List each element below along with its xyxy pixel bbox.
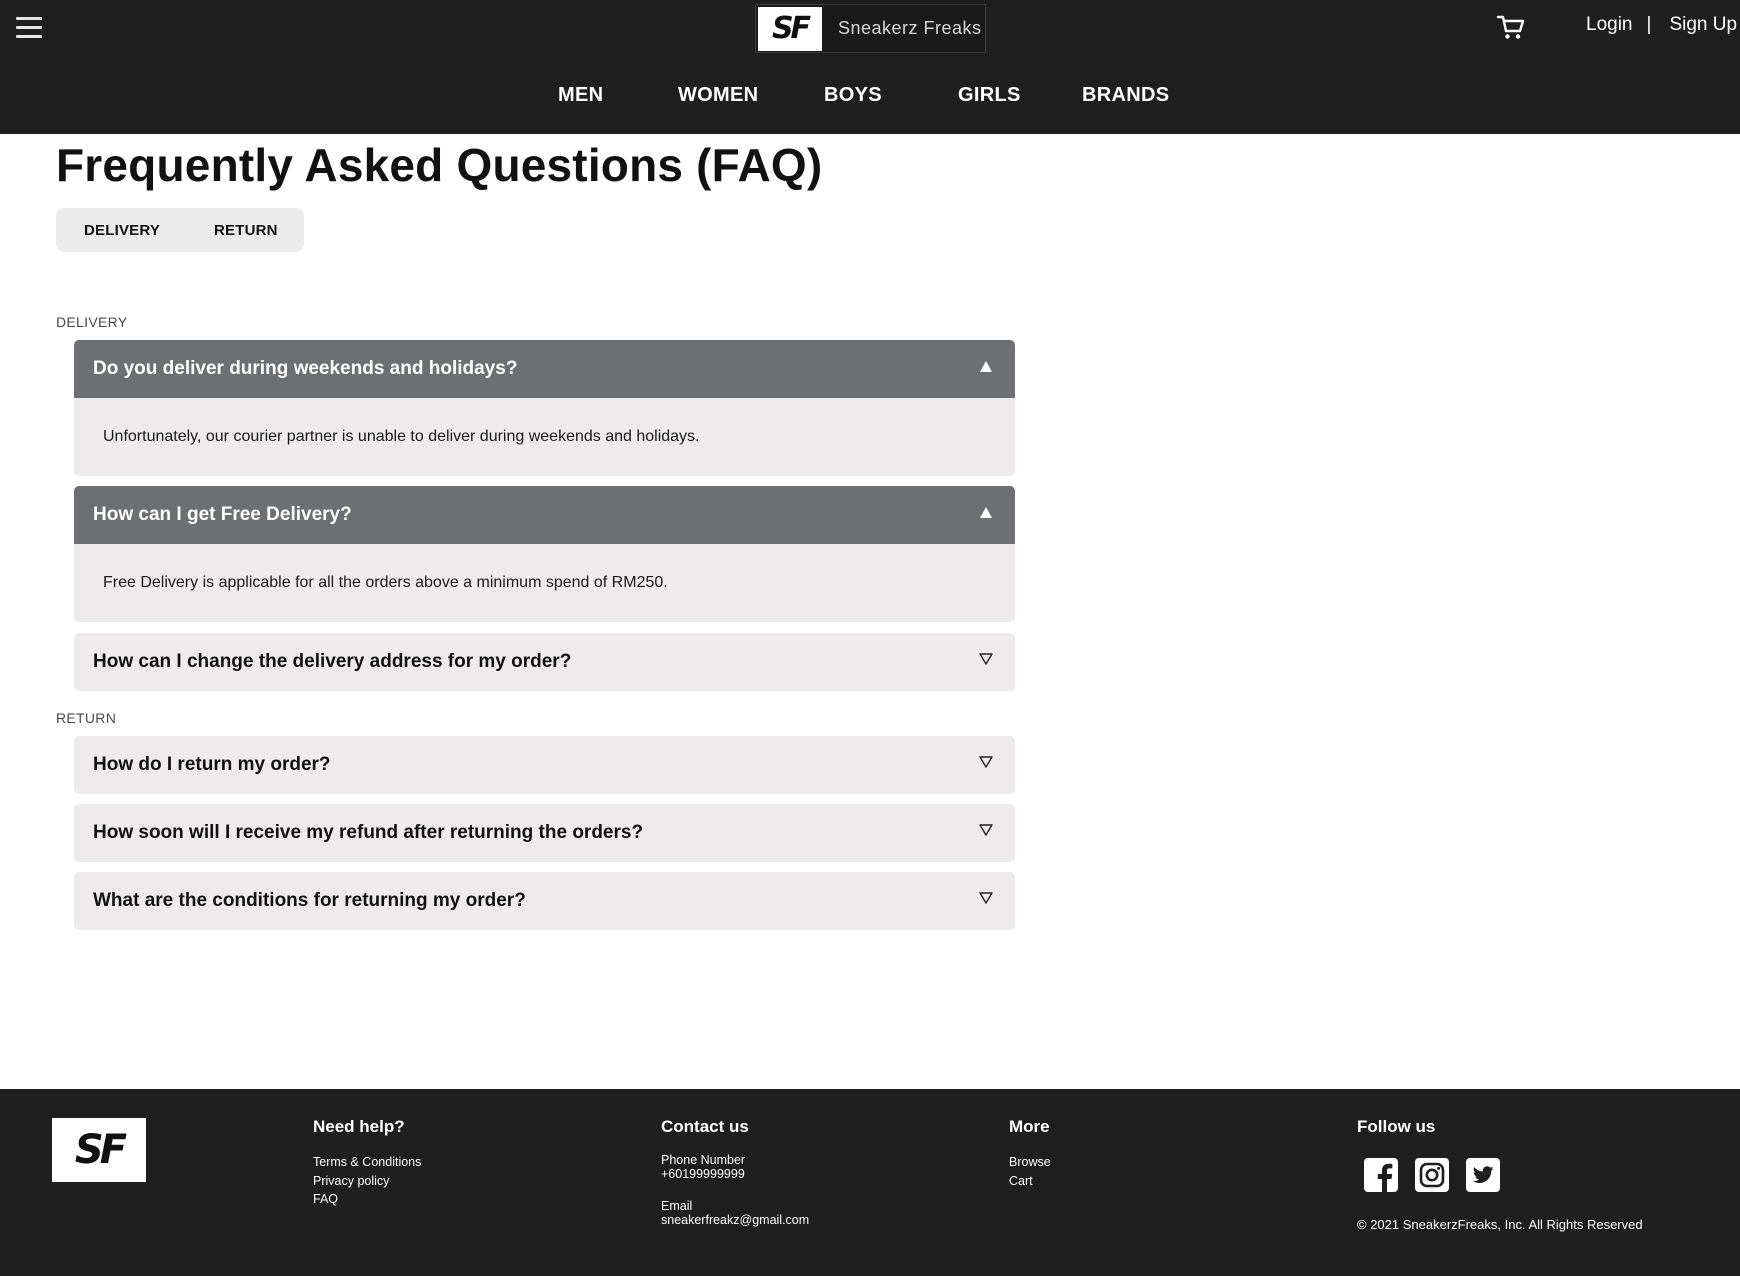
cart-link[interactable]: Cart	[1009, 1172, 1051, 1191]
nav-item-women[interactable]: WOMEN	[678, 84, 758, 107]
footer-help-heading: Need help?	[313, 1117, 405, 1136]
footer-contact-column: Contact us Phone Number +60199999999 Ema…	[661, 1117, 809, 1227]
signup-link[interactable]: Sign Up	[1669, 14, 1737, 36]
site-footer: SF Need help? Terms & Conditions Privacy…	[0, 1089, 1740, 1276]
faq-question-text: How can I get Free Delivery?	[93, 504, 352, 525]
section-label-delivery: DELIVERY	[56, 314, 128, 330]
faq-link[interactable]: FAQ	[313, 1190, 421, 1209]
twitter-icon[interactable]	[1465, 1157, 1501, 1193]
nav-item-brands[interactable]: BRANDS	[1082, 84, 1169, 107]
faq-question[interactable]: What are the conditions for returning my…	[74, 872, 1015, 930]
hamburger-menu-icon[interactable]	[16, 17, 42, 39]
brand-name: Sneakerz Freaks	[838, 18, 982, 38]
brand-logo[interactable]: SF Sneakerz Freaks	[755, 4, 986, 53]
faq-item: How can I get Free Delivery? Free Delive…	[74, 486, 1015, 622]
faq-question-text: How soon will I receive my refund after …	[93, 822, 644, 843]
faq-question[interactable]: How can I change the delivery address fo…	[74, 633, 1015, 691]
terms-link[interactable]: Terms & Conditions	[313, 1153, 421, 1172]
copyright-text: © 2021 SneakerzFreaks, Inc. All Rights R…	[1357, 1217, 1643, 1232]
faq-answer: Free Delivery is applicable for all the …	[103, 574, 668, 591]
auth-links: Login | Sign Up	[1586, 14, 1737, 36]
tab-return[interactable]: RETURN	[214, 222, 278, 239]
faq-question-text: Do you deliver during weekends and holid…	[93, 358, 518, 379]
faq-answer: Unfortunately, our courier partner is un…	[103, 428, 700, 445]
tab-delivery[interactable]: DELIVERY	[84, 222, 160, 239]
nav-item-boys[interactable]: BOYS	[824, 84, 882, 107]
nav-item-girls[interactable]: GIRLS	[958, 84, 1021, 107]
nav-item-men[interactable]: MEN	[558, 84, 603, 107]
footer-more-heading: More	[1009, 1117, 1050, 1136]
social-links	[1363, 1157, 1501, 1193]
chevron-down-icon	[979, 653, 993, 665]
faq-question[interactable]: How soon will I receive my refund after …	[74, 804, 1015, 862]
chevron-down-icon	[979, 892, 993, 904]
faq-item: Do you deliver during weekends and holid…	[74, 340, 1015, 476]
faq-item: How soon will I receive my refund after …	[74, 804, 1015, 862]
faq-question[interactable]: Do you deliver during weekends and holid…	[74, 340, 1015, 398]
login-link[interactable]: Login	[1586, 14, 1633, 36]
faq-question-text: How do I return my order?	[93, 754, 331, 775]
browse-link[interactable]: Browse	[1009, 1153, 1051, 1172]
faq-item: How can I change the delivery address fo…	[74, 633, 1015, 691]
footer-follow-column: Follow us	[1357, 1117, 1435, 1153]
footer-contact-heading: Contact us	[661, 1117, 749, 1136]
faq-question[interactable]: How can I get Free Delivery?	[74, 486, 1015, 544]
instagram-icon[interactable]	[1414, 1157, 1450, 1193]
privacy-link[interactable]: Privacy policy	[313, 1172, 421, 1191]
faq-question-text: What are the conditions for returning my…	[93, 890, 526, 911]
logo-mark-text: SF	[771, 11, 811, 46]
email-address[interactable]: sneakerfreakz@gmail.com	[661, 1213, 809, 1227]
facebook-icon[interactable]	[1363, 1157, 1399, 1193]
page-title: Frequently Asked Questions (FAQ)	[56, 139, 823, 191]
chevron-up-icon	[980, 361, 992, 372]
footer-follow-heading: Follow us	[1357, 1117, 1436, 1136]
faq-question-text: How can I change the delivery address fo…	[93, 651, 572, 672]
faq-item: What are the conditions for returning my…	[74, 872, 1015, 930]
faq-item: How do I return my order?	[74, 736, 1015, 794]
footer-logo-text: SF	[74, 1127, 127, 1173]
section-label-return: RETURN	[56, 710, 117, 726]
footer-more-column: More Browse Cart	[1009, 1117, 1051, 1190]
chevron-down-icon	[979, 824, 993, 836]
site-header: SF Sneakerz Freaks Login | Sign Up MEN W…	[0, 0, 1740, 134]
logo-mark: SF	[758, 6, 822, 51]
footer-logo[interactable]: SF	[52, 1118, 146, 1182]
faq-tabs: DELIVERY RETURN	[56, 208, 304, 252]
faq-question[interactable]: How do I return my order?	[74, 736, 1015, 794]
auth-separator: |	[1646, 14, 1652, 35]
chevron-down-icon	[979, 756, 993, 768]
phone-label: Phone Number	[661, 1153, 746, 1167]
email-label: Email	[661, 1199, 693, 1213]
phone-number: +60199999999	[661, 1167, 745, 1181]
chevron-up-icon	[980, 507, 992, 518]
footer-help-column: Need help? Terms & Conditions Privacy po…	[313, 1117, 421, 1209]
cart-icon[interactable]	[1496, 12, 1526, 42]
